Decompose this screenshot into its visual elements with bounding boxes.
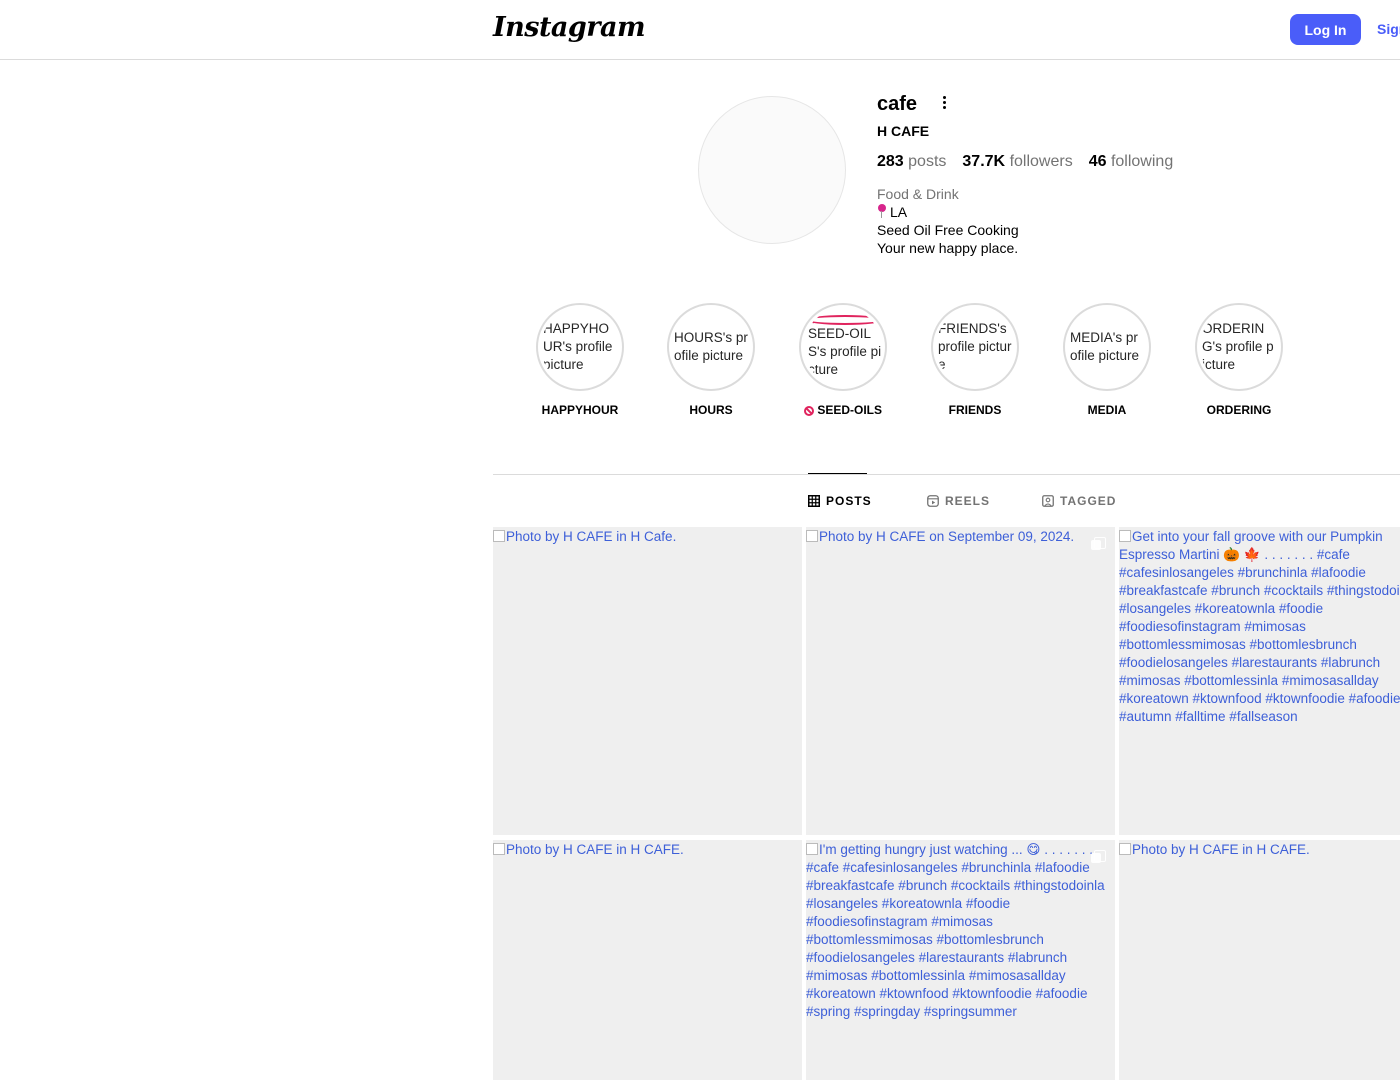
broken-image-icon [493,530,505,542]
tab-tagged[interactable]: TAGGED [1042,494,1116,508]
story-highlights: HAPPYHOUR's profile picture HAPPYHOUR HO… [520,303,1320,423]
reels-icon [927,495,939,507]
highlight-ring: HOURS's profile picture [667,303,755,391]
broken-image-icon [1119,843,1131,855]
highlight-label: HAPPYHOUR [541,403,619,417]
following-count: 46 [1088,153,1107,170]
highlight-ring: MEDIA's profile picture [1063,303,1151,391]
more-options-icon[interactable] [937,94,951,110]
instagram-logo[interactable]: Instagram [493,12,646,43]
highlight-ring: HAPPYHOUR's profile picture [536,303,624,391]
highlight-label: FRIENDS [948,403,1002,417]
bio-line-1: Seed Oil Free Cooking [877,222,1019,238]
active-tab-indicator [808,473,867,474]
tab-reels[interactable]: REELS [927,494,990,508]
broken-image-icon [806,843,818,855]
post-alt-text: Photo by H CAFE in H CAFE. [1132,842,1310,857]
highlight-alt-text: FRIENDS's profile picture [938,321,1012,372]
broken-image-icon [493,843,505,855]
followers-label: followers [1009,153,1073,170]
post-tile[interactable]: I'm getting hungry just watching ... 😋 .… [806,840,1115,1080]
posts-count-stat: 283 posts [877,153,946,171]
following-stat[interactable]: 46 following [1089,153,1174,171]
highlight-alt-text: ORDERING's profile picture [1202,321,1274,372]
post-tile[interactable]: Photo by H CAFE on September 09, 2024. [806,527,1115,835]
highlight-image: HAPPYHOUR's profile picture [541,308,619,386]
reel-icon [1091,850,1106,864]
profile-username: cafe [877,93,918,115]
tabs-divider [493,474,1400,475]
post-alt-text: Photo by H CAFE in H CAFE. [506,842,684,857]
highlight-image: HOURS's profile picture [672,308,750,386]
highlight-alt-text: MEDIA's profile picture [1070,330,1140,363]
highlight-ring: FRIENDS's profile picture [931,303,1019,391]
post-alt-text: I'm getting hungry just watching ... 😋 .… [806,842,1105,1019]
highlight-ring: ORDERING's profile picture [1195,303,1283,391]
no-entry-icon [803,406,814,416]
grid-icon [808,495,820,507]
highlight-hours[interactable]: HOURS's profile picture HOURS [651,303,771,417]
top-navigation-bar: Instagram Log In Sign Up [0,0,1400,60]
highlight-image: SEED-OILS's profile picture [804,308,882,386]
highlight-label: ORDERING [1206,403,1272,417]
posts-count: 283 [877,153,904,170]
login-button[interactable]: Log In [1290,14,1361,45]
highlight-image: MEDIA's profile picture [1068,308,1146,386]
post-tile[interactable]: Photo by H CAFE in H CAFE. [493,840,802,1080]
bio-line-2: Your new happy place. [877,240,1019,256]
posts-label: posts [908,153,947,170]
profile-avatar[interactable] [698,96,846,244]
profile-stats: 283 posts 37.7K followers 46 following [877,153,1173,171]
highlight-image: ORDERING's profile picture [1200,308,1278,386]
post-tile[interactable]: Photo by H CAFE in H Cafe. [493,527,802,835]
highlight-label-wrap: SEED-OILS [783,403,903,417]
tab-label: REELS [945,494,991,508]
signup-link[interactable]: Sign Up [1377,21,1400,37]
carousel-icon [1091,537,1106,551]
highlight-happyhour[interactable]: HAPPYHOUR's profile picture HAPPYHOUR [520,303,640,417]
post-alt-text: Get into your fall groove with our Pumpk… [1119,529,1400,724]
tab-label: TAGGED [1060,494,1117,508]
highlight-label: MEDIA [1087,403,1127,417]
highlight-media[interactable]: MEDIA's profile picture MEDIA [1047,303,1167,417]
broken-image-icon [1119,530,1131,542]
no-entry-icon [806,315,882,325]
post-tile[interactable]: Photo by H CAFE in H CAFE. [1119,840,1400,1080]
profile-category: Food & Drink [877,186,959,202]
profile-bio: Food & Drink LA Seed Oil Free Cooking Yo… [877,185,1019,257]
round-pushpin-icon [877,204,887,218]
profile-location: LA [877,203,1019,221]
highlight-alt-text: SEED-OILS's profile picture [808,326,882,377]
highlight-image: FRIENDS's profile picture [936,308,1014,386]
tagged-icon [1042,495,1054,507]
followers-count: 37.7K [962,153,1006,170]
highlight-ordering[interactable]: ORDERING's profile picture ORDERING [1179,303,1299,417]
highlight-alt-text: HOURS's profile picture [674,330,748,363]
post-tile[interactable]: Get into your fall groove with our Pumpk… [1119,527,1400,835]
post-alt-text: Photo by H CAFE on September 09, 2024. [819,529,1075,544]
highlight-ring: SEED-OILS's profile picture [799,303,887,391]
broken-image-icon [806,530,818,542]
tab-label: POSTS [826,494,872,508]
highlight-friends[interactable]: FRIENDS's profile picture FRIENDS [915,303,1035,417]
post-alt-text: Photo by H CAFE in H Cafe. [506,529,677,544]
tab-posts[interactable]: POSTS [808,494,872,508]
highlight-alt-text: HAPPYHOUR's profile picture [543,321,613,372]
highlight-label: SEED-OILS [817,403,883,417]
location-text: LA [890,204,908,220]
highlight-seed-oils[interactable]: SEED-OILS's profile picture SEED-OILS [783,303,903,417]
profile-full-name: H CAFE [877,123,930,139]
following-label: following [1110,153,1174,170]
followers-stat[interactable]: 37.7K followers [962,153,1072,171]
highlight-label: HOURS [689,403,733,417]
